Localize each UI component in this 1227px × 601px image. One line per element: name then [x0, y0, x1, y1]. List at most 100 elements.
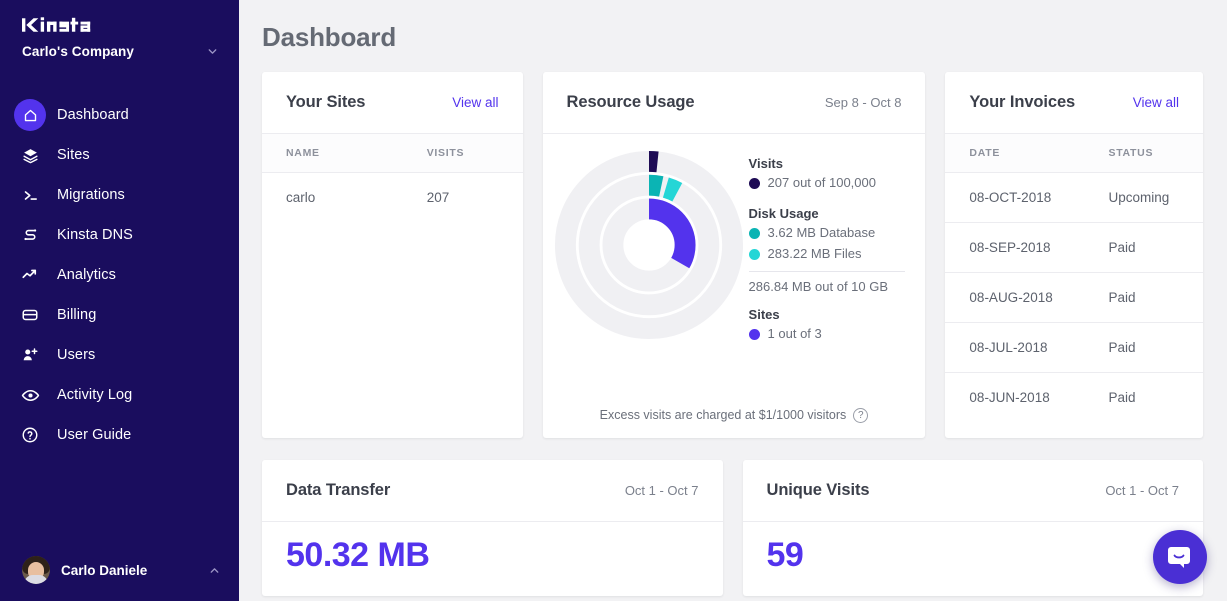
sidebar-item-label: Users [57, 347, 95, 363]
site-visits: 207 [403, 173, 523, 223]
sidebar-item-sites[interactable]: Sites [0, 135, 239, 175]
column-header-date: DATE [945, 134, 1084, 173]
chat-bubble-icon [1166, 543, 1194, 571]
sidebar-item-billing[interactable]: Billing [0, 295, 239, 335]
site-name: carlo [262, 173, 403, 223]
table-row[interactable]: 08-AUG-2018 Paid [945, 273, 1203, 323]
unique-visits-date-range: Oct 1 - Oct 7 [1105, 483, 1179, 498]
legend-dot-sites [749, 329, 760, 340]
table-header-row: DATE STATUS [945, 134, 1203, 173]
sidebar-item-kinsta-dns[interactable]: Kinsta DNS [0, 215, 239, 255]
sidebar-item-analytics[interactable]: Analytics [0, 255, 239, 295]
cards-row-top: Your Sites View all NAME VISITS carlo 20… [262, 72, 1203, 438]
sidebar-item-user-guide[interactable]: User Guide [0, 415, 239, 455]
legend-visits-label: Visits [749, 156, 906, 171]
legend-dot-visits [749, 178, 760, 189]
card-header: Your Invoices View all [945, 72, 1203, 134]
sidebar-item-label: Analytics [57, 267, 116, 283]
card-title: Data Transfer [286, 481, 390, 500]
legend-disk-total: 286.84 MB out of 10 GB [749, 278, 906, 297]
legend-files-value: 283.22 MB Files [768, 245, 862, 264]
unique-visits-card: Unique Visits Oct 1 - Oct 7 59 [743, 460, 1204, 596]
sidebar-item-dashboard[interactable]: Dashboard [0, 95, 239, 135]
sidebar-item-label: Billing [57, 307, 96, 323]
card-title: Unique Visits [767, 481, 870, 500]
table-row[interactable]: 08-JUL-2018 Paid [945, 323, 1203, 373]
unique-visits-value: 59 [767, 536, 1180, 575]
question-circle-icon [14, 419, 46, 451]
layers-icon [14, 139, 46, 171]
donut-chart-svg [554, 150, 744, 340]
sidebar-item-migrations[interactable]: Migrations [0, 175, 239, 215]
legend-database-row: 3.62 MB Database [749, 224, 906, 243]
sidebar-item-label: Sites [57, 147, 90, 163]
your-sites-card: Your Sites View all NAME VISITS carlo 20… [262, 72, 523, 438]
invoice-status: Upcoming [1085, 173, 1203, 223]
resource-body: Visits 207 out of 100,000 Disk Usage 3.6… [543, 134, 926, 392]
legend-dot-files [749, 249, 760, 260]
table-header-row: NAME VISITS [262, 134, 523, 173]
legend-sites-value: 1 out of 3 [768, 325, 822, 344]
card-title: Your Sites [286, 93, 365, 112]
card-body: 50.32 MB [262, 522, 723, 596]
column-header-visits: VISITS [403, 134, 523, 173]
trend-up-icon [14, 259, 46, 291]
credit-card-icon [14, 299, 46, 331]
company-name: Carlo's Company [22, 44, 134, 59]
legend-visits-value: 207 out of 100,000 [768, 174, 876, 193]
sidebar-item-label: Dashboard [57, 107, 129, 123]
table-row[interactable]: 08-OCT-2018 Upcoming [945, 173, 1203, 223]
intercom-launcher-button[interactable] [1153, 530, 1207, 584]
column-header-name: NAME [262, 134, 403, 173]
cards-row-bottom: Data Transfer Oct 1 - Oct 7 50.32 MB Uni… [262, 460, 1203, 596]
legend-database-value: 3.62 MB Database [768, 224, 876, 243]
view-all-invoices-link[interactable]: View all [1133, 95, 1179, 110]
sites-table: NAME VISITS carlo 207 [262, 134, 523, 222]
legend-sites-label: Sites [749, 307, 906, 322]
sidebar-item-label: Kinsta DNS [57, 227, 133, 243]
legend-dot-database [749, 228, 760, 239]
resource-usage-card: Resource Usage Sep 8 - Oct 8 [543, 72, 926, 438]
sidebar: Carlo's Company Dashboard [0, 0, 239, 601]
invoice-status: Paid [1085, 223, 1203, 273]
invoice-date: 08-OCT-2018 [945, 173, 1084, 223]
legend-files-row: 283.22 MB Files [749, 245, 906, 264]
resource-legend: Visits 207 out of 100,000 Disk Usage 3.6… [749, 144, 906, 392]
invoice-date: 08-JUN-2018 [945, 373, 1084, 423]
main-content: Dashboard Your Sites View all NAME VISIT… [239, 0, 1227, 601]
page-title: Dashboard [262, 22, 1203, 53]
sidebar-item-label: Migrations [57, 187, 125, 203]
table-row[interactable]: 08-JUN-2018 Paid [945, 373, 1203, 423]
invoice-status: Paid [1085, 323, 1203, 373]
column-header-status: STATUS [1085, 134, 1203, 173]
data-transfer-card: Data Transfer Oct 1 - Oct 7 50.32 MB [262, 460, 723, 596]
card-header: Resource Usage Sep 8 - Oct 8 [543, 72, 926, 134]
data-transfer-value: 50.32 MB [286, 536, 699, 575]
card-header: Unique Visits Oct 1 - Oct 7 [743, 460, 1204, 522]
table-row[interactable]: 08-SEP-2018 Paid [945, 223, 1203, 273]
card-header: Your Sites View all [262, 72, 523, 134]
legend-divider [749, 271, 906, 272]
legend-disk-label: Disk Usage [749, 206, 906, 221]
kinsta-dashboard-app: Carlo's Company Dashboard [0, 0, 1227, 601]
kinsta-logo[interactable] [0, 0, 239, 36]
dns-icon [14, 219, 46, 251]
sidebar-item-label: User Guide [57, 427, 131, 443]
invoice-date: 08-AUG-2018 [945, 273, 1084, 323]
terminal-icon [14, 179, 46, 211]
card-title: Your Invoices [969, 93, 1075, 112]
resource-date-range: Sep 8 - Oct 8 [825, 95, 902, 110]
card-header: Data Transfer Oct 1 - Oct 7 [262, 460, 723, 522]
invoice-date: 08-JUL-2018 [945, 323, 1084, 373]
table-row[interactable]: carlo 207 [262, 173, 523, 223]
sidebar-item-label: Activity Log [57, 387, 132, 403]
invoice-status: Paid [1085, 273, 1203, 323]
data-transfer-date-range: Oct 1 - Oct 7 [625, 483, 699, 498]
company-switcher[interactable]: Carlo's Company [0, 36, 239, 59]
sidebar-item-users[interactable]: Users [0, 335, 239, 375]
card-title: Resource Usage [567, 93, 695, 112]
question-circle-icon[interactable]: ? [853, 408, 868, 423]
sidebar-item-activity-log[interactable]: Activity Log [0, 375, 239, 415]
user-menu[interactable]: Carlo Daniele [0, 539, 239, 601]
view-all-sites-link[interactable]: View all [452, 95, 498, 110]
